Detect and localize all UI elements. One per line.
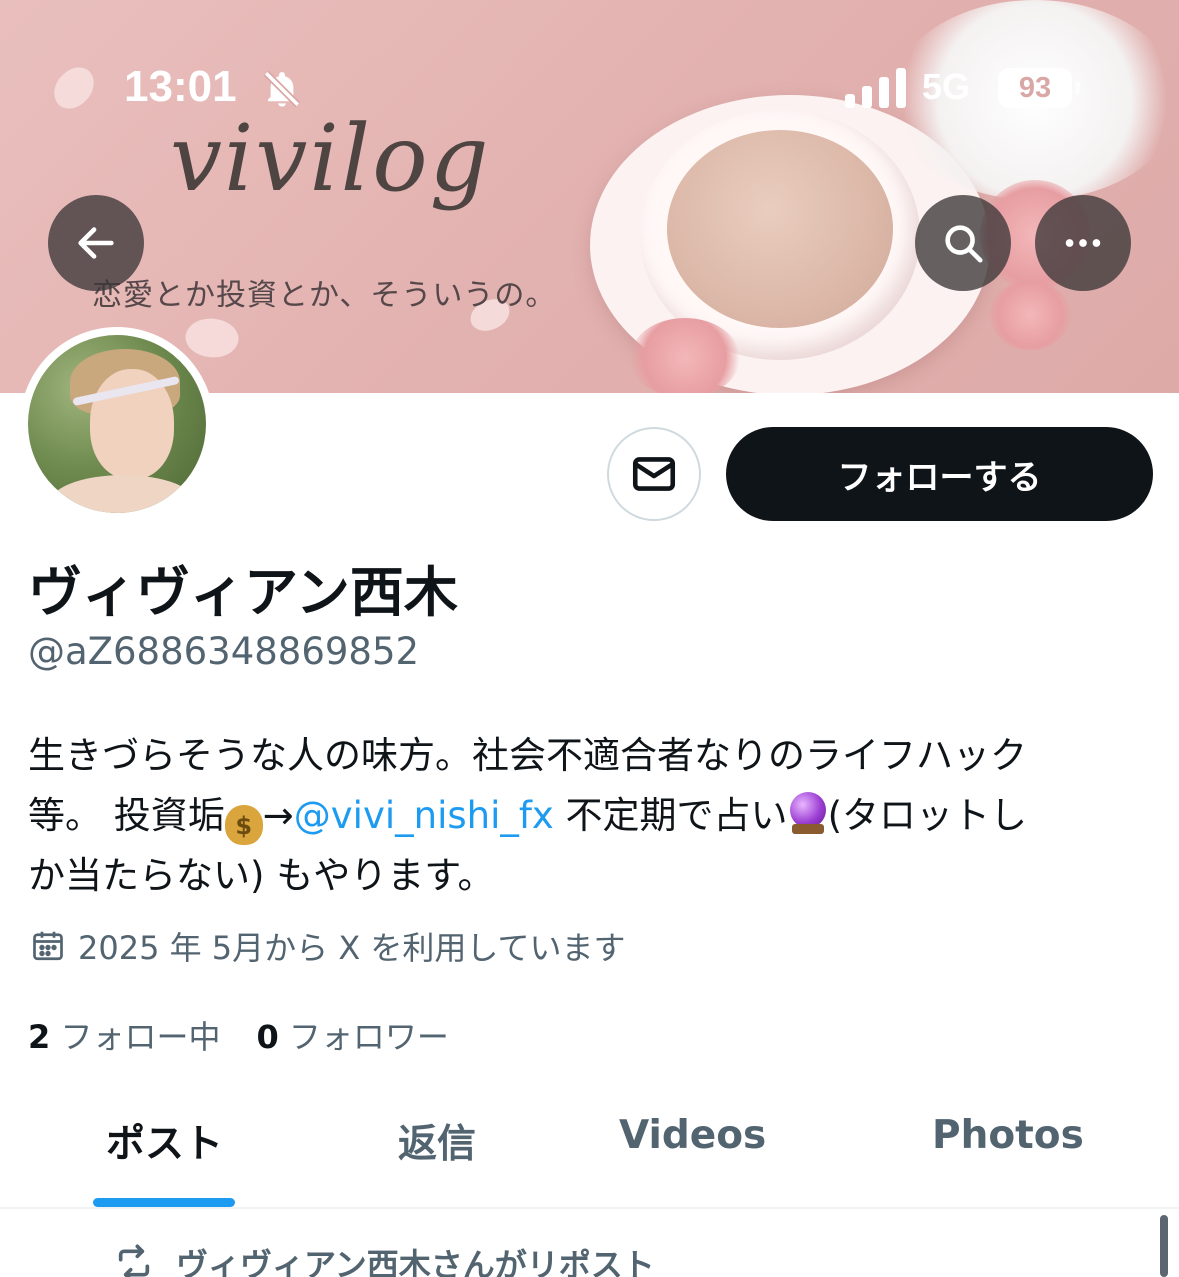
repost-label: ヴィヴィアン西木さんがリポスト	[176, 1246, 655, 1277]
signal-bars-icon	[845, 68, 906, 108]
followers-count: 0	[256, 1018, 279, 1056]
bio-line-1: 生きづらそうな人の味方。社会不適合者なりのライフハック	[28, 734, 1027, 777]
bio-arrow: →	[262, 794, 294, 837]
bio-link-mention[interactable]: @vivi_nishi_fx	[294, 794, 554, 837]
tab-photos[interactable]: Photos	[932, 1113, 1084, 1158]
status-bar: 13:01 5G 93	[0, 58, 1179, 118]
follow-stats: 2 フォロー中 0 フォロワー	[28, 1012, 449, 1058]
crystal-ball-icon	[788, 792, 828, 834]
avatar-shoulder	[48, 475, 198, 513]
following-link[interactable]: 2 フォロー中	[28, 1012, 220, 1058]
joined-date: 2025 年 5月から X を利用しています	[30, 924, 625, 968]
tabs-divider	[0, 1207, 1179, 1209]
avatar-photo	[28, 335, 206, 513]
followers-link[interactable]: 0 フォロワー	[256, 1012, 448, 1058]
network-type: 5G	[922, 66, 971, 107]
battery-icon: 93	[998, 68, 1072, 108]
avatar[interactable]	[20, 327, 214, 521]
money-bag-icon: $	[224, 805, 263, 845]
following-label: フォロー中	[60, 1018, 221, 1056]
profile-tabs: ポスト 返信 Videos Photos	[0, 1095, 1179, 1207]
banner-tagline: 恋愛とか投資とか、そういうの。	[92, 278, 557, 313]
bio-line-2: 等。 投資垢 $ →@vivi_nishi_fx 不定期で占い (タロットし	[28, 786, 1148, 846]
tab-videos[interactable]: Videos	[619, 1113, 766, 1158]
bio-text: 等。 投資垢	[28, 794, 225, 837]
message-button[interactable]	[607, 427, 701, 521]
tab-replies[interactable]: 返信	[398, 1113, 476, 1169]
bio-text: 不定期で占い	[553, 794, 788, 837]
calendar-icon	[33, 931, 63, 961]
banner-rose	[990, 280, 1070, 350]
user-handle: @aZ6886348869852	[28, 630, 420, 673]
profile-bio: 生きづらそうな人の味方。社会不適合者なりのライフハック 等。 投資垢 $ →@viv…	[28, 726, 1148, 906]
scrollbar[interactable]	[1160, 1215, 1168, 1277]
battery-nub	[1075, 81, 1080, 95]
repost-indicator: ヴィヴィアン西木さんがリポスト	[114, 1240, 655, 1277]
following-count: 2	[28, 1018, 51, 1056]
followers-label: フォロワー	[288, 1018, 449, 1056]
back-button[interactable]	[48, 195, 144, 291]
envelope-icon	[632, 457, 676, 491]
profile-page: vivilog 恋愛とか投資とか、そういうの。 13:01 5G 93 フォロー…	[0, 0, 1179, 1277]
joined-text: 2025 年 5月から X を利用しています	[78, 929, 626, 967]
banner-rose	[630, 318, 740, 393]
search-icon	[945, 225, 983, 263]
repost-icon	[118, 1244, 150, 1277]
bio-text: (タロットし	[827, 794, 1027, 837]
more-button[interactable]	[1035, 195, 1131, 291]
bio-line-3: か当たらない) もやります。	[28, 854, 495, 897]
follow-button[interactable]: フォローする	[726, 427, 1153, 521]
banner-logo-text: vivilog	[170, 105, 491, 212]
tab-posts[interactable]: ポスト	[106, 1113, 223, 1169]
arrow-left-icon	[78, 227, 114, 259]
bell-slash-icon	[263, 70, 301, 108]
search-button[interactable]	[915, 195, 1011, 291]
status-time: 13:01	[124, 62, 237, 111]
banner-coffee	[667, 130, 893, 328]
active-tab-indicator	[93, 1198, 235, 1207]
petal-decoration	[180, 310, 244, 366]
display-name: ヴィヴィアン西木	[28, 561, 458, 624]
more-horizontal-icon	[1065, 239, 1101, 247]
